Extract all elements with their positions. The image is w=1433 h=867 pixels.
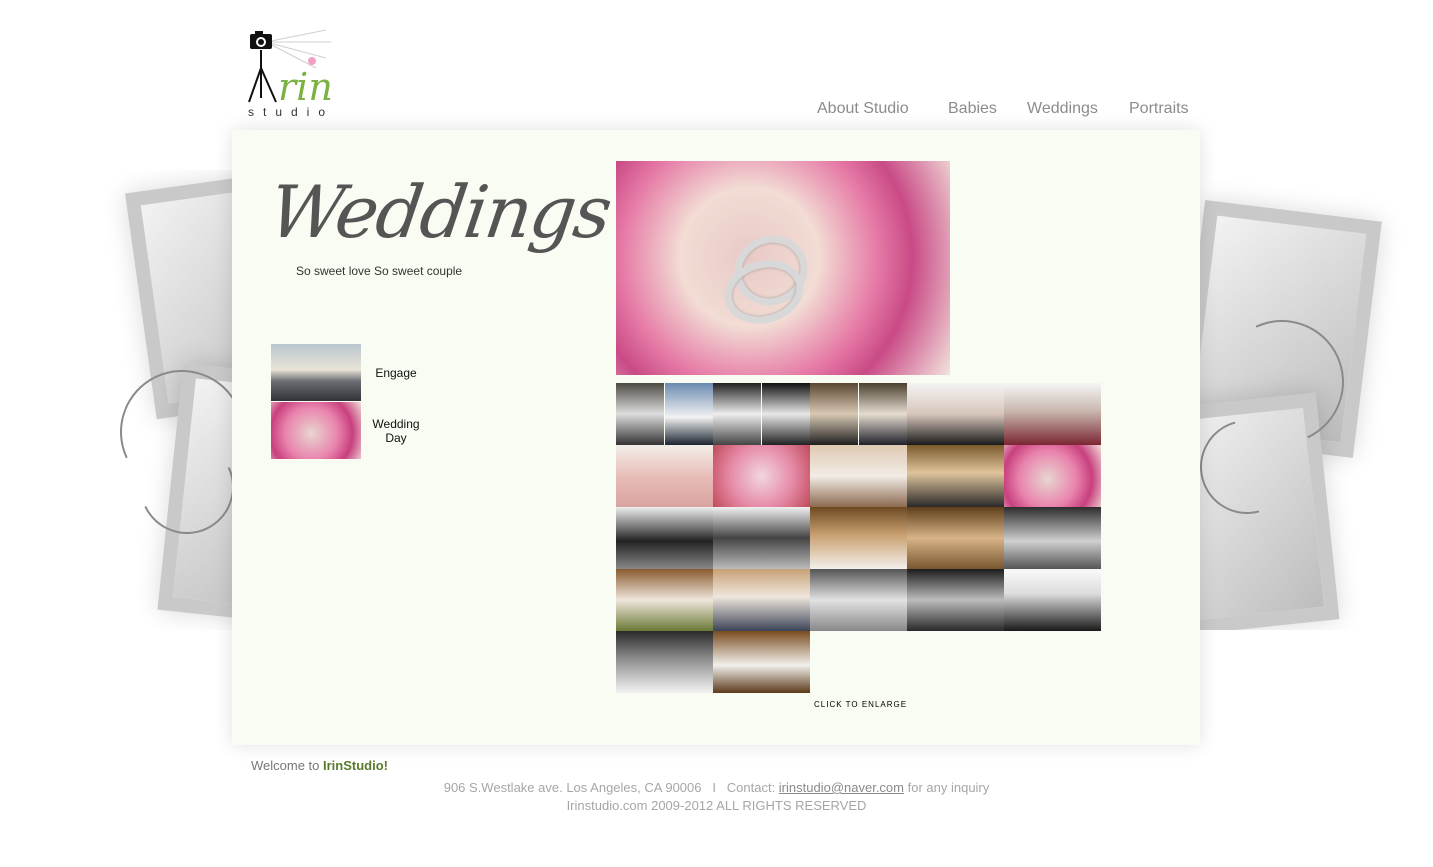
photo-thumb[interactable] [1004,383,1101,445]
photo-thumb[interactable] [616,569,713,631]
click-to-enlarge-label: CLICK TO ENLARGE [814,700,908,709]
contact-email-link[interactable]: irinstudio@naver.com [779,780,904,795]
nav-weddings[interactable]: Weddings [1027,100,1098,118]
photo-thumb[interactable] [616,445,713,507]
photo-thumb[interactable] [1004,445,1101,507]
photo-thumb[interactable] [907,569,1004,631]
album-thumb-engage[interactable] [271,344,361,401]
nav-babies[interactable]: Babies [948,100,997,118]
page-tagline: So sweet love So sweet couple [296,264,463,278]
photo-thumb[interactable] [810,507,907,569]
photo-thumb[interactable] [665,383,713,445]
photo-thumb[interactable] [1004,507,1101,569]
album-label-engage[interactable]: Engage [366,366,426,380]
photo-thumb[interactable] [907,507,1004,569]
svg-text:rin: rin [278,65,333,109]
photo-thumb[interactable] [810,445,907,507]
nav-about-studio[interactable]: About Studio [817,100,909,118]
svg-text:studio: studio [248,105,334,119]
photo-thumb[interactable] [616,631,713,693]
photo-thumb[interactable] [713,631,810,693]
photo-thumb[interactable] [713,445,810,507]
page-title: Weddings [264,170,616,254]
photo-thumb[interactable] [1004,569,1101,631]
copyright: Irinstudio.com 2009-2012 ALL RIGHTS RESE… [566,798,867,813]
photo-thumb[interactable] [907,445,1004,507]
photo-thumb[interactable] [810,569,907,631]
album-thumb-wedding-day[interactable] [271,402,361,459]
photo-thumb[interactable] [713,569,810,631]
photo-thumb[interactable] [859,383,907,445]
photo-thumb[interactable] [616,383,664,445]
photo-thumb[interactable] [616,507,713,569]
welcome-text: Welcome to IrinStudio! [251,758,389,773]
album-label-wedding-day[interactable]: Wedding Day [366,417,426,445]
photo-thumb[interactable] [907,383,1004,445]
photo-thumb[interactable] [713,507,810,569]
hero-photo[interactable] [616,161,950,375]
photo-grid [616,383,1101,693]
photo-thumb[interactable] [762,383,810,445]
studio-name: IrinStudio! [323,758,389,773]
address-line: 906 S.Westlake ave. Los Angeles, CA 9000… [443,780,990,795]
studio-logo[interactable]: rin studio [246,28,366,120]
camera-tripod-icon: rin studio [248,29,334,119]
nav-portraits[interactable]: Portraits [1129,100,1189,118]
photo-thumb[interactable] [713,383,761,445]
photo-thumb[interactable] [810,383,858,445]
